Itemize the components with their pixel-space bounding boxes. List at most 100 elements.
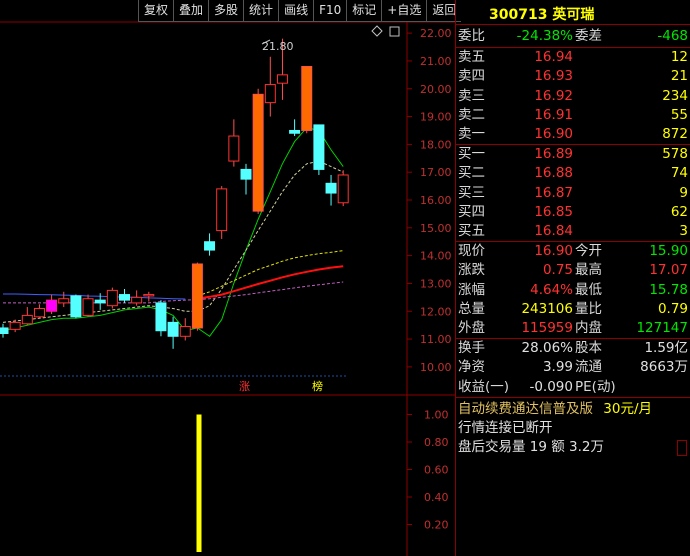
weicha-label: 委差: [575, 28, 602, 44]
sell-order-label: 卖三: [458, 87, 485, 104]
quote-panel: 300713 英可瑞 委比 -24.38% 委差 -468 卖五 16.94 12 卖…: [455, 0, 690, 556]
candle[interactable]: [240, 168, 252, 180]
candle[interactable]: [301, 66, 313, 131]
candle[interactable]: [9, 321, 21, 330]
candle[interactable]: [179, 326, 191, 337]
stat-value: 16.90: [534, 243, 573, 259]
promo-row[interactable]: 自动续费通达信普及版 30元/月: [458, 400, 690, 419]
candle[interactable]: [204, 241, 216, 251]
sell-order-row[interactable]: 卖四 16.93 21: [455, 67, 690, 86]
candle[interactable]: [325, 182, 337, 194]
overlay-button[interactable]: 叠加: [173, 0, 209, 22]
stat-label: 涨跌: [458, 262, 485, 279]
candle[interactable]: [106, 289, 118, 307]
stat-row: 净资 3.99 流通 8663万: [455, 358, 690, 377]
candle[interactable]: [289, 129, 301, 134]
sell-order-price: 16.91: [534, 106, 573, 123]
candle[interactable]: [131, 296, 143, 304]
candle[interactable]: [70, 295, 82, 318]
stat-label: 总量: [458, 300, 485, 317]
buy-order-volume: 9: [679, 184, 688, 201]
mark-button[interactable]: 标记: [346, 0, 382, 22]
stat-value: 243106: [521, 300, 573, 317]
sell-order-row[interactable]: 卖三 16.92 234: [455, 87, 690, 106]
buy-order-row[interactable]: 买四 16.85 62: [455, 203, 690, 222]
ma-line: [197, 265, 344, 300]
stat-value: 0.79: [657, 300, 688, 317]
buy-order-row[interactable]: 买一 16.89 578: [455, 145, 690, 164]
candle-highlight[interactable]: [46, 300, 57, 312]
candle[interactable]: [0, 327, 9, 334]
stat-row: 换手 28.06% 股本 1.59亿: [455, 339, 690, 358]
candle[interactable]: [167, 321, 179, 337]
candle[interactable]: [191, 263, 203, 329]
buy-order-price: 16.89: [534, 146, 573, 162]
buy-order-row[interactable]: 买二 16.88 74: [455, 164, 690, 183]
f10-button[interactable]: F10: [313, 0, 347, 22]
draw-line-button[interactable]: 画线: [278, 0, 314, 22]
sell-order-row[interactable]: 卖一 16.90 872: [455, 125, 690, 144]
multi-stock-button[interactable]: 多股: [208, 0, 244, 22]
sell-order-row[interactable]: 卖二 16.91 55: [455, 106, 690, 125]
candle[interactable]: [264, 84, 276, 104]
toolbar: 复权 叠加 多股 统计 画线 F10 标记 +自选 返回: [138, 0, 462, 22]
candle[interactable]: [143, 294, 155, 297]
candles[interactable]: [0, 38, 349, 349]
diamond-icon[interactable]: [371, 25, 383, 37]
buy-order-row[interactable]: 买三 16.87 9: [455, 184, 690, 203]
stock-title[interactable]: 300713 英可瑞: [489, 4, 594, 24]
statistics-button[interactable]: 统计: [243, 0, 279, 22]
buy-order-label: 买三: [458, 184, 485, 201]
square-icon[interactable]: [389, 26, 400, 37]
candle[interactable]: [94, 299, 106, 304]
fuquan-button[interactable]: 复权: [138, 0, 174, 22]
sell-order-label: 卖四: [458, 68, 485, 85]
add-watchlist-button[interactable]: +自选: [381, 0, 427, 22]
buy-order-label: 买五: [458, 223, 485, 240]
stat-value: 15.78: [649, 281, 688, 298]
stat-row: 现价 16.90 今开 15.90: [455, 242, 690, 261]
candle[interactable]: [228, 135, 240, 162]
stat-value: -0.090: [529, 378, 573, 395]
stat-value: 17.07: [649, 262, 688, 279]
sell-order-price: 16.92: [534, 87, 573, 104]
kline-chart[interactable]: 10.00 11.00 12.00 13.00 14.00 15.00 16.00 17.00…: [0, 0, 455, 556]
price-tick-label: 16.00: [420, 194, 452, 207]
volume-tick-label: 1.00: [424, 409, 449, 422]
price-tick-label: 20.00: [420, 83, 452, 96]
candle[interactable]: [216, 188, 228, 232]
candle[interactable]: [119, 294, 130, 301]
scroll-handle[interactable]: [677, 440, 687, 456]
buy-order-price: 16.88: [534, 165, 573, 182]
volume-tick-label: 0.40: [424, 491, 449, 504]
candle[interactable]: [337, 174, 349, 204]
candle[interactable]: [252, 93, 264, 212]
candle[interactable]: [276, 74, 288, 84]
stat-row: 涨跌 0.75 最高 17.07: [455, 261, 690, 280]
weibi-value: -24.38%: [516, 28, 573, 44]
sell-order-price: 16.90: [534, 126, 573, 143]
stat-value: 8663万: [640, 359, 688, 376]
stat-row: 外盘 115959 内盘 127147: [455, 319, 690, 338]
stat-row: 涨幅 4.64% 最低 15.78: [455, 281, 690, 300]
buy-order-row[interactable]: 买五 16.84 3: [455, 222, 690, 241]
volume-tick-label: 0.20: [424, 519, 449, 532]
candle[interactable]: [33, 307, 45, 318]
sell-order-price: 16.94: [534, 49, 573, 65]
stat-label: 流通: [575, 359, 602, 376]
price-axis: 10.00 11.00 12.00 13.00 14.00 15.00 16.00 17.00…: [407, 27, 452, 532]
candle[interactable]: [155, 302, 167, 332]
candle[interactable]: [58, 298, 70, 304]
stat-label: 量比: [575, 300, 602, 317]
zhang-marker[interactable]: 涨: [239, 380, 250, 393]
candle[interactable]: [82, 298, 94, 316]
bang-marker[interactable]: 榜: [312, 379, 323, 393]
candle[interactable]: [313, 124, 325, 170]
stat-value: 127147: [636, 320, 688, 337]
chart-frame: [0, 21, 455, 556]
sell-order-row[interactable]: 卖五 16.94 12: [455, 48, 690, 67]
candle[interactable]: [21, 314, 33, 325]
stat-value: 28.06%: [521, 340, 573, 356]
price-tick-label: 11.00: [420, 333, 452, 346]
sell-order-volume: 55: [670, 106, 688, 123]
